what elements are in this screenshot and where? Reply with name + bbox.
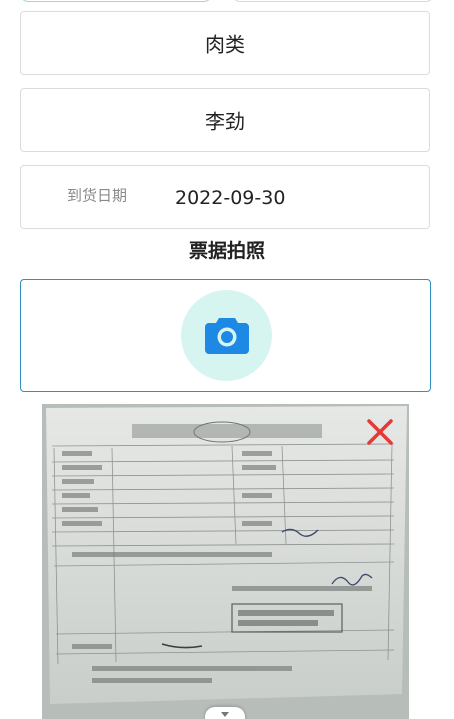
arrival-date-value: 2022-09-30 <box>175 187 286 210</box>
top-field-right-partial[interactable] <box>232 0 434 2</box>
category-field[interactable]: 肉类 <box>20 11 430 75</box>
person-value: 李劲 <box>205 109 245 134</box>
arrival-date-field[interactable]: 到货日期 2022-09-30 <box>20 165 430 229</box>
close-icon[interactable] <box>366 418 394 446</box>
uploaded-receipt-photo[interactable] <box>42 404 409 719</box>
photo-upload-box[interactable] <box>20 279 431 392</box>
person-field[interactable]: 李劲 <box>20 88 430 152</box>
camera-button[interactable] <box>181 290 272 381</box>
camera-icon <box>205 318 249 354</box>
page: 肉类 李劲 到货日期 2022-09-30 票据拍照 <box>0 0 454 719</box>
chevron-down-icon <box>221 712 229 717</box>
bottom-drawer-handle[interactable] <box>205 707 245 719</box>
category-value: 肉类 <box>205 32 245 57</box>
photo-section-title: 票据拍照 <box>188 240 265 262</box>
arrival-date-label: 到货日期 <box>67 186 128 205</box>
top-field-left-partial[interactable] <box>20 0 212 2</box>
